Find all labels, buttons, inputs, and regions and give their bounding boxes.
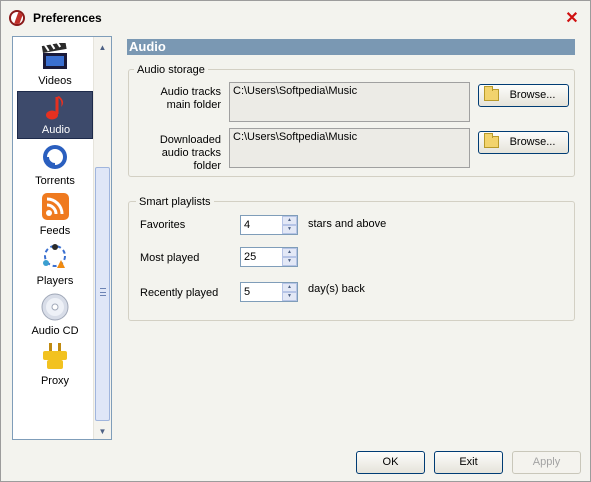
smart-playlists-title: Smart playlists <box>136 196 214 208</box>
most-played-stepper[interactable]: 25 ▲ ▼ <box>240 247 298 267</box>
downloaded-tracks-label: Downloaded audio tracks folder <box>141 134 221 173</box>
sidebar-item-players[interactable]: Players <box>17 241 93 289</box>
recently-played-value: 5 <box>244 286 251 298</box>
spin-down-icon[interactable]: ▼ <box>282 257 297 266</box>
sidebar-item-label: Proxy <box>40 375 70 387</box>
favorites-stepper[interactable]: 4 ▲ ▼ <box>240 215 298 235</box>
downloaded-label-line3: folder <box>193 160 221 172</box>
downloaded-label-line2: audio tracks <box>161 147 221 159</box>
category-sidebar: Videos Audio Torrents Feeds Players Audi… <box>12 36 112 440</box>
favorites-value: 4 <box>244 219 251 231</box>
scroll-thumb[interactable] <box>95 167 110 421</box>
browse-downloaded-button[interactable]: Browse... <box>478 131 569 154</box>
clapperboard-icon <box>41 43 67 69</box>
scroll-down-icon[interactable]: ▼ <box>94 423 111 440</box>
music-note-icon <box>46 96 64 120</box>
exit-button[interactable]: Exit <box>434 451 503 474</box>
sidebar-scrollbar[interactable]: ▲ ▼ <box>93 37 111 439</box>
page-title: Audio <box>127 39 575 55</box>
scroll-up-icon[interactable]: ▲ <box>94 39 111 56</box>
plug-icon <box>43 343 67 369</box>
audio-tracks-label-line2: main folder <box>166 99 221 111</box>
cd-icon <box>41 293 69 321</box>
spin-up-icon[interactable]: ▲ <box>282 248 297 257</box>
ok-button[interactable]: OK <box>356 451 425 474</box>
folder-icon <box>484 86 499 101</box>
sidebar-item-feeds[interactable]: Feeds <box>17 191 93 239</box>
rss-icon <box>42 193 69 220</box>
spin-down-icon[interactable]: ▼ <box>282 292 297 301</box>
sidebar-item-audio[interactable]: Audio <box>17 91 93 139</box>
audio-tracks-folder-field[interactable]: C:\Users\Softpedia\Music <box>229 82 470 122</box>
players-icon <box>43 244 66 268</box>
audio-tracks-label-line1: Audio tracks <box>160 86 221 98</box>
sidebar-item-label: Feeds <box>39 225 71 237</box>
sidebar-item-proxy[interactable]: Proxy <box>17 341 93 389</box>
recently-played-label: Recently played <box>140 287 219 299</box>
spin-up-icon[interactable]: ▲ <box>282 283 297 292</box>
sidebar-item-label: Players <box>36 275 74 287</box>
browse-audio-tracks-button[interactable]: Browse... <box>478 84 569 107</box>
browse-label: Browse... <box>509 89 556 101</box>
scroll-grip-icon <box>100 288 106 296</box>
folder-icon <box>484 133 499 148</box>
downloaded-label-line1: Downloaded <box>159 134 221 146</box>
downloaded-tracks-folder-field[interactable]: C:\Users\Softpedia\Music <box>229 128 470 168</box>
sidebar-item-label: Audio <box>41 124 71 136</box>
close-icon: ✕ <box>565 10 579 27</box>
spin-down-icon[interactable]: ▼ <box>282 225 297 234</box>
title-bar: Preferences ✕ <box>1 1 590 35</box>
close-button[interactable]: ✕ <box>563 10 581 28</box>
torrent-icon <box>43 145 67 169</box>
spin-up-icon[interactable]: ▲ <box>282 216 297 225</box>
sidebar-item-videos[interactable]: Videos <box>17 41 93 89</box>
favorites-suffix: stars and above <box>308 218 387 230</box>
most-played-value: 25 <box>244 251 257 263</box>
browse-label: Browse... <box>509 136 556 148</box>
apply-button[interactable]: Apply <box>512 451 581 474</box>
sidebar-item-label: Videos <box>38 75 72 87</box>
audio-tracks-label: Audio tracks main folder <box>141 86 221 112</box>
sidebar-item-label: Torrents <box>35 175 75 187</box>
sidebar-item-torrents[interactable]: Torrents <box>17 141 93 189</box>
window-title: Preferences <box>33 11 102 25</box>
recently-played-suffix: day(s) back <box>308 283 365 295</box>
audio-storage-title: Audio storage <box>134 64 208 76</box>
recently-played-stepper[interactable]: 5 ▲ ▼ <box>240 282 298 302</box>
favorites-label: Favorites <box>140 219 186 231</box>
sidebar-item-label: Audio CD <box>31 325 79 337</box>
sidebar-item-audio-cd[interactable]: Audio CD <box>17 291 93 339</box>
preferences-window: Preferences ✕ Videos Audio Torrents Feed… <box>0 0 591 482</box>
app-logo-icon <box>9 10 25 26</box>
most-played-label: Most played <box>140 252 200 264</box>
